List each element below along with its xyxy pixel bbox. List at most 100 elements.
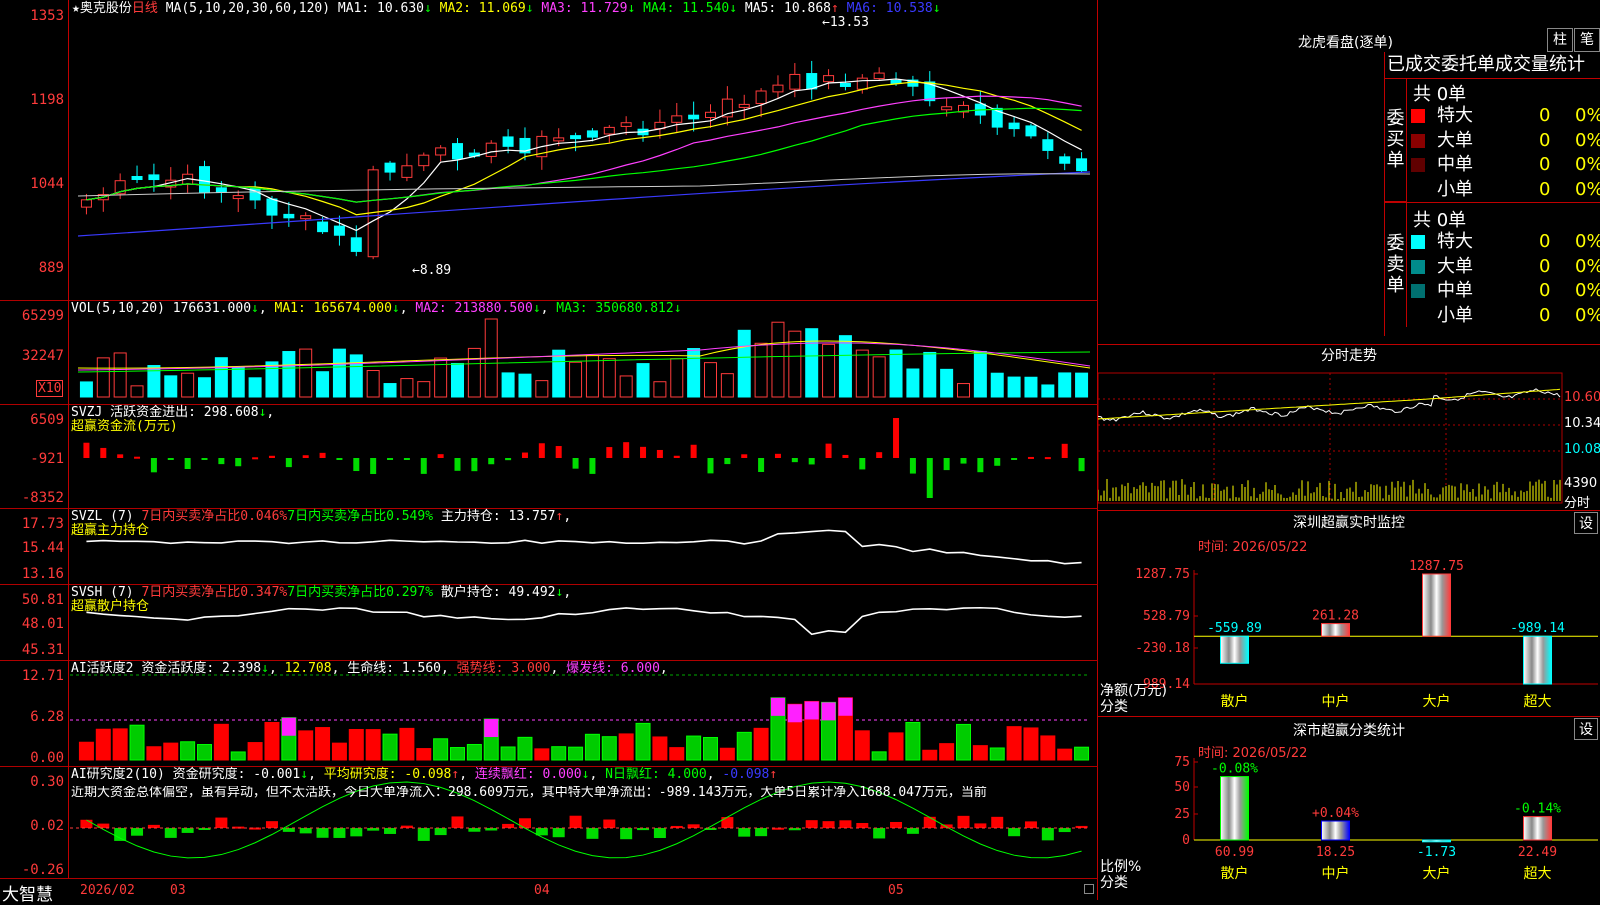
bar-mode-button[interactable]: 柱 (1547, 28, 1573, 52)
candle-body (1076, 158, 1088, 172)
research-bar (181, 828, 194, 833)
ma6-line (77, 171, 1091, 237)
sz-class-settings-button[interactable]: 设 (1574, 718, 1598, 740)
volume-bar (822, 343, 836, 398)
sz-monitor-settings-button[interactable]: 设 (1574, 512, 1598, 534)
svzj-label-3: -8352 (21, 490, 64, 506)
activity-bar (939, 743, 955, 761)
dragon-title: 龙虎看盘(逐单) (1298, 35, 1393, 51)
candle-body (384, 162, 396, 173)
research-bar (350, 828, 363, 837)
fund-flow-bar (656, 449, 663, 458)
candle-body (199, 166, 210, 193)
candle-body (232, 195, 244, 200)
main-chart-area[interactable]: ★奥克股份日线 MA(5,10,20,30,60,120) MA1: 10.63… (0, 0, 1098, 905)
activity-bar (197, 744, 212, 761)
volume-bar (957, 383, 970, 398)
activity-bar (703, 737, 718, 761)
research-bar (333, 828, 346, 838)
intraday-title: 分时走势 (1321, 348, 1377, 364)
vol-ma-item-3: , MA3: 350680.812↓ (540, 301, 682, 316)
candle-body (131, 175, 143, 180)
candle-body (266, 198, 278, 216)
fund-flow-bar (758, 458, 765, 472)
candle-body (553, 137, 565, 142)
lock-icon[interactable] (1084, 884, 1094, 894)
volume-bar (451, 362, 464, 398)
activity-bar (669, 747, 685, 761)
high-price-annotation: ←13.53 (822, 15, 869, 30)
kline-chart[interactable] (0, 0, 1098, 900)
ai2-label-3: 0.00 (30, 750, 64, 766)
ai2-label-2: 6.28 (30, 709, 64, 725)
fund-flow-bar (791, 458, 798, 463)
volume-bar (147, 365, 161, 398)
vol-ma2 (77, 342, 1091, 371)
y-tick-label: 528.79 (1143, 609, 1190, 624)
candle-body (941, 106, 953, 111)
volume-bar (940, 368, 954, 398)
activity-bar (956, 723, 971, 761)
y-tick-label: 75 (1174, 756, 1190, 770)
volume-bar (1058, 372, 1072, 398)
tick-mode-button[interactable]: 笔 (1574, 28, 1600, 52)
sz-monitor-axis-cat: 分类 (1100, 699, 1128, 715)
intraday-vol-label: 4390 (1564, 476, 1598, 491)
ma-line (86, 81, 1082, 216)
activity-bar (1057, 748, 1073, 761)
research-bar (906, 828, 919, 834)
research-bar (1041, 828, 1054, 841)
volume-bar (788, 330, 802, 398)
ai2-label-1: 12.71 (21, 668, 64, 684)
fund-flow-bar (842, 454, 849, 458)
brand-logo: 大智慧 (2, 885, 53, 905)
intraday-chart[interactable] (1098, 367, 1600, 507)
svzl-y-axis: 17.73 15.44 13.16 (0, 508, 69, 584)
intraday-label-2: 10.34 (1564, 416, 1600, 431)
fund-flow-bar (690, 444, 697, 458)
volume-bar (79, 381, 93, 398)
buy-total: 共 0单 (1413, 84, 1467, 105)
fund-flow-bar (538, 443, 545, 458)
research-bar (468, 828, 481, 832)
research-bar (451, 816, 464, 828)
research-bar (569, 815, 582, 828)
volume-bar (737, 329, 751, 398)
bar-value-label: 261.28 (1312, 609, 1359, 624)
candle-body (839, 82, 851, 87)
candle-body (755, 90, 767, 104)
volume-bar (838, 335, 852, 398)
order-stats-table: 已成交委托单成交量统计 委买单 共 0单 特大00%大单00%中单00%小单00… (1384, 52, 1600, 336)
candle-body (283, 213, 295, 219)
fund-flow-bar (960, 458, 967, 464)
volume-bar (720, 373, 734, 398)
activity-peak (484, 719, 499, 738)
sell-total: 共 0单 (1413, 210, 1467, 231)
research-bar (131, 828, 144, 836)
vol-label-1: 65299 (21, 308, 64, 324)
ai-research-label-3: -0.26 (21, 862, 64, 878)
candle-body (215, 187, 227, 193)
volume-bar (535, 380, 549, 398)
activity-bar (163, 742, 179, 761)
activity-bar (1074, 746, 1090, 761)
svzl-label-1: 17.73 (21, 516, 64, 532)
candle-body (738, 103, 750, 108)
volume-bar (366, 370, 380, 398)
research-bar (1008, 828, 1021, 837)
activity-bar (871, 751, 887, 761)
activity-bar (736, 731, 752, 761)
volume-bar (96, 357, 110, 398)
activity-bar (1006, 726, 1022, 761)
vol-unit-badge[interactable]: X10 (36, 380, 64, 397)
activity-peak (281, 717, 296, 736)
category-label: 大户 (1423, 865, 1451, 882)
category-bar (1523, 816, 1552, 841)
fund-flow-bar (353, 458, 360, 472)
volume-bar (332, 348, 346, 398)
research-bar (991, 816, 1004, 828)
svsh-label-1: 50.81 (21, 592, 64, 608)
volume-bar (704, 362, 717, 398)
activity-bar (972, 745, 988, 761)
fund-flow-bar (387, 458, 394, 460)
